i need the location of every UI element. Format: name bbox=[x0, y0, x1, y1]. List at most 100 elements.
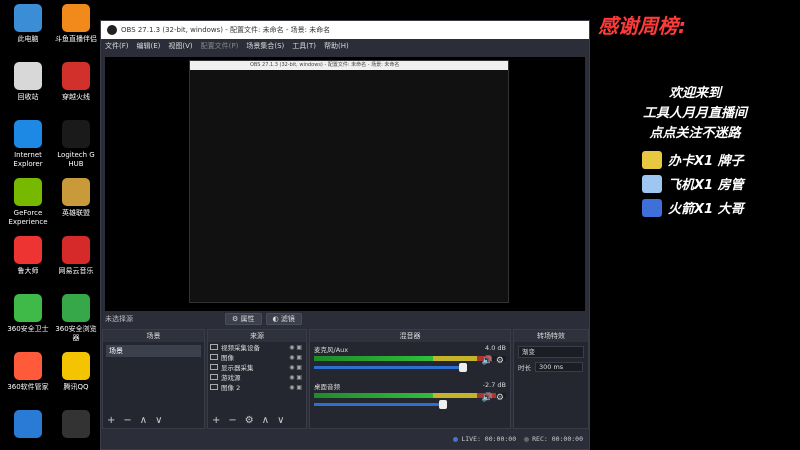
menu-scene-collection[interactable]: 场景集合(S) bbox=[246, 41, 284, 51]
desktop-icon[interactable]: 穿越火线 bbox=[52, 62, 100, 102]
desktop-icon[interactable]: 回收站 bbox=[4, 62, 52, 102]
filters-button[interactable]: ◐ 滤镜 bbox=[265, 313, 302, 325]
app-icon bbox=[62, 352, 90, 380]
app-icon bbox=[62, 294, 90, 322]
image-icon bbox=[210, 354, 218, 360]
transition-select[interactable]: 渐变 bbox=[518, 346, 584, 358]
volume-meter bbox=[314, 393, 506, 398]
badge-text: 飞机X1 房管 bbox=[668, 178, 744, 193]
desktop-icon[interactable]: Internet Explorer bbox=[4, 120, 52, 169]
desktop-icon[interactable]: 鲁大师 bbox=[4, 236, 52, 276]
move-up-button[interactable]: ∧ bbox=[262, 415, 269, 426]
desktop-icon[interactable]: 360安全浏览器 bbox=[52, 294, 100, 343]
source-item[interactable]: 图像 2 ◉ ▣ bbox=[208, 382, 306, 392]
remove-scene-button[interactable]: − bbox=[123, 415, 131, 426]
live-time: LIVE: 00:00:00 bbox=[461, 435, 517, 443]
app-icon bbox=[14, 236, 42, 264]
desktop-icon-label: Logitech G HUB bbox=[57, 151, 95, 168]
gear-icon[interactable]: ⚙ bbox=[245, 415, 254, 426]
menu-help[interactable]: 帮助(H) bbox=[324, 41, 349, 51]
sources-controls: + − ⚙ ∧ ∨ bbox=[208, 412, 306, 428]
badge-row: 火箭X1 大哥 bbox=[642, 198, 744, 217]
card-icon bbox=[642, 150, 662, 169]
menu-edit[interactable]: 编辑(E) bbox=[137, 41, 161, 51]
badge-row: 办卡X1 牌子 bbox=[642, 150, 744, 169]
volume-slider-handle[interactable] bbox=[439, 400, 447, 409]
move-up-button[interactable]: ∧ bbox=[140, 415, 147, 426]
desktop-icon[interactable]: 此电脑 bbox=[4, 4, 52, 44]
menu-file[interactable]: 文件(F) bbox=[105, 41, 129, 51]
desktop-icon-label: 鲁大师 bbox=[17, 267, 39, 275]
duration-row: 时长 300 ms bbox=[518, 362, 584, 372]
properties-label: 属性 bbox=[240, 315, 255, 323]
title-bar: OBS 27.1.3 (32-bit, windows) - 配置文件: 未命名… bbox=[101, 21, 589, 39]
desktop-icon[interactable]: GeForce Experience bbox=[4, 178, 52, 227]
eye-icon[interactable]: ◉ ▣ bbox=[289, 384, 302, 391]
app-icon bbox=[14, 352, 42, 380]
app-icon bbox=[14, 62, 42, 90]
properties-button[interactable]: ⚙ 属性 bbox=[225, 313, 262, 325]
app-icon bbox=[62, 62, 90, 90]
preview-canvas[interactable]: OBS 27.1.3 (32-bit, windows) - 配置文件: 未命名… bbox=[105, 57, 585, 321]
duration-input[interactable]: 300 ms bbox=[535, 362, 583, 372]
channel-db: 4.0 dB bbox=[485, 344, 506, 352]
desktop-icon[interactable] bbox=[52, 410, 100, 441]
image-icon bbox=[210, 384, 218, 390]
volume-slider[interactable] bbox=[314, 363, 467, 372]
remove-source-button[interactable]: − bbox=[228, 415, 236, 426]
stream-overlay: 感谢周榜: 欢迎来到 工具人月月直播间 点点关注不迷路 办卡X1 牌子 飞机X1… bbox=[590, 0, 800, 450]
badge-text: 火箭X1 大哥 bbox=[668, 202, 744, 217]
move-down-button[interactable]: ∨ bbox=[277, 415, 284, 426]
plane-icon bbox=[642, 174, 662, 193]
eye-icon[interactable]: ◉ ▣ bbox=[289, 354, 302, 361]
desktop-icon-label: Internet Explorer bbox=[13, 151, 43, 168]
volume-slider[interactable] bbox=[314, 400, 447, 409]
source-label: 游戏源 bbox=[221, 374, 241, 382]
app-icon bbox=[14, 178, 42, 206]
add-scene-button[interactable]: + bbox=[107, 415, 115, 426]
scenes-dock: 场景 场景 + − ∧ ∨ bbox=[102, 329, 205, 429]
speaker-icon[interactable]: 🔊 ⚙ bbox=[482, 356, 504, 366]
desktop-icon-label: 网易云音乐 bbox=[58, 267, 94, 275]
menu-view[interactable]: 视图(V) bbox=[168, 41, 192, 51]
overlay-line1: 欢迎来到 bbox=[668, 86, 721, 101]
eye-icon[interactable]: ◉ ▣ bbox=[289, 364, 302, 371]
desktop-icon[interactable] bbox=[4, 410, 52, 441]
duration-label: 时长 bbox=[518, 364, 531, 372]
overlay-line3: 点点关注不迷路 bbox=[649, 126, 741, 141]
desktop-icon[interactable]: 360软件管家 bbox=[4, 352, 52, 392]
move-down-button[interactable]: ∨ bbox=[155, 415, 162, 426]
menu-profile[interactable]: 配置文件(P) bbox=[201, 41, 239, 51]
desktop-icon[interactable]: 英雄联盟 bbox=[52, 178, 100, 218]
no-source-label: 未选择源 bbox=[105, 315, 133, 323]
source-item[interactable]: 游戏源 ◉ ▣ bbox=[208, 372, 306, 382]
volume-meter bbox=[314, 356, 506, 361]
scene-item[interactable]: 场景 bbox=[106, 345, 201, 357]
obs-window: OBS 27.1.3 (32-bit, windows) - 配置文件: 未命名… bbox=[100, 20, 590, 450]
desktop-icon[interactable]: Logitech G HUB bbox=[52, 120, 100, 169]
add-source-button[interactable]: + bbox=[212, 415, 220, 426]
badge-text: 办卡X1 牌子 bbox=[668, 154, 744, 169]
desktop-icon[interactable]: 网易云音乐 bbox=[52, 236, 100, 276]
overlay-title: 感谢周榜: bbox=[598, 14, 686, 38]
source-item[interactable]: 显示器采集 ◉ ▣ bbox=[208, 362, 306, 372]
desktop-icon-label: 斗鱼直播伴侣 bbox=[55, 35, 97, 43]
eye-icon[interactable]: ◉ ▣ bbox=[289, 374, 302, 381]
source-item[interactable]: 视频采集设备 ◉ ▣ bbox=[208, 342, 306, 352]
desktop-icon[interactable]: 斗鱼直播伴侣 bbox=[52, 4, 100, 44]
sources-dock: 来源 视频采集设备 ◉ ▣ 图像 ◉ ▣ 显示器采集 ◉ ▣ 游戏源 ◉ ▣ 图像 2 ◉… bbox=[207, 329, 307, 429]
filters-label: 滤镜 bbox=[280, 315, 295, 323]
camera-icon bbox=[210, 344, 218, 350]
eye-icon[interactable]: ◉ ▣ bbox=[289, 344, 302, 351]
sources-title: 来源 bbox=[208, 330, 306, 342]
desktop-icon-label: 腾讯QQ bbox=[63, 383, 89, 391]
source-item[interactable]: 图像 ◉ ▣ bbox=[208, 352, 306, 362]
nested-preview: OBS 27.1.3 (32-bit, windows) - 配置文件: 未命名… bbox=[189, 60, 509, 303]
desktop-icon[interactable]: 腾讯QQ bbox=[52, 352, 100, 392]
speaker-icon[interactable]: 🔊 ⚙ bbox=[482, 393, 504, 403]
desktop-icon[interactable]: 360安全卫士 bbox=[4, 294, 52, 334]
desktop-icon-label: 英雄联盟 bbox=[62, 209, 90, 217]
menu-tools[interactable]: 工具(T) bbox=[292, 41, 316, 51]
source-toolbar: 未选择源 ⚙ 属性 ◐ 滤镜 bbox=[101, 311, 589, 327]
volume-slider-handle[interactable] bbox=[459, 363, 467, 372]
